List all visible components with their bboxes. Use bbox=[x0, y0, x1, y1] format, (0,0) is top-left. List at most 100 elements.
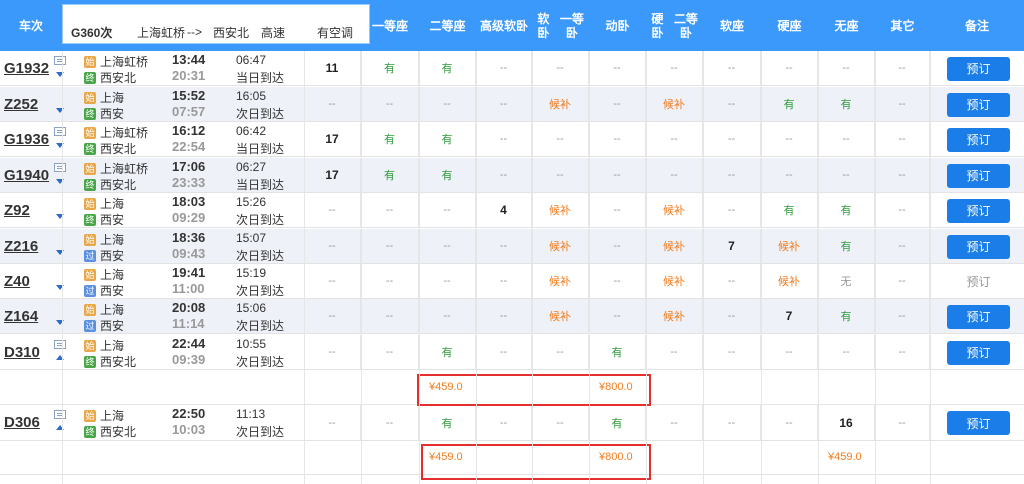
seat-cell[interactable]: 17 bbox=[304, 122, 361, 156]
seat-cell[interactable]: 有 bbox=[361, 51, 419, 85]
seat-cell[interactable]: 7 bbox=[703, 229, 761, 263]
station-name[interactable]: 上海 bbox=[100, 195, 124, 212]
seat-cell[interactable]: 有 bbox=[818, 299, 875, 333]
book-button[interactable]: 预订 bbox=[947, 56, 1010, 81]
departure-station: 始上海虹桥 bbox=[84, 124, 148, 141]
seat-cell[interactable]: 候补 bbox=[532, 264, 589, 298]
seat-cell[interactable]: 候补 bbox=[532, 87, 589, 121]
column-divider bbox=[476, 51, 477, 484]
start-station-badge: 始 bbox=[84, 409, 96, 422]
train-number-link[interactable]: Z164 bbox=[4, 308, 38, 325]
book-button[interactable]: 预订 bbox=[947, 163, 1010, 188]
train-number-link[interactable]: G1932 bbox=[4, 60, 49, 77]
station-name[interactable]: 西安北 bbox=[100, 176, 136, 193]
seat-cell[interactable]: 有 bbox=[419, 405, 476, 440]
station-name[interactable]: 上海 bbox=[100, 231, 124, 248]
stations-cell: 始上海虹桥终西安北 bbox=[84, 122, 172, 156]
id-card-icon[interactable] bbox=[54, 410, 66, 419]
seat-cell[interactable]: 11 bbox=[304, 51, 361, 85]
departure-station: 始上海 bbox=[84, 301, 124, 318]
seat-cell[interactable]: 有 bbox=[361, 122, 419, 156]
start-station-badge: 始 bbox=[84, 339, 96, 352]
seat-cell: -- bbox=[761, 51, 818, 85]
seat-cell[interactable]: 候补 bbox=[532, 193, 589, 227]
times-cell: 16:12 22:54 bbox=[172, 122, 236, 156]
seat-cell[interactable]: 7 bbox=[761, 299, 818, 333]
station-name[interactable]: 上海虹桥 bbox=[100, 53, 148, 70]
train-number-link[interactable]: Z252 bbox=[4, 96, 38, 113]
seat-cell[interactable]: 有 bbox=[419, 335, 476, 369]
seat-cell[interactable]: 有 bbox=[589, 335, 646, 369]
station-name[interactable]: 西安 bbox=[100, 282, 124, 299]
station-name[interactable]: 西安北 bbox=[100, 140, 136, 157]
station-name[interactable]: 西安北 bbox=[100, 423, 136, 440]
station-name[interactable]: 西安北 bbox=[100, 353, 136, 370]
seat-cell[interactable]: 候补 bbox=[646, 299, 703, 333]
seat-cell[interactable]: 有 bbox=[818, 87, 875, 121]
seat-cell[interactable]: 候补 bbox=[761, 229, 818, 263]
seat-cell: -- bbox=[589, 87, 646, 121]
seat-cell[interactable]: 有 bbox=[361, 158, 419, 192]
station-name[interactable]: 上海虹桥 bbox=[100, 160, 148, 177]
seat-cell[interactable]: 有 bbox=[761, 87, 818, 121]
book-button[interactable]: 预订 bbox=[947, 304, 1010, 329]
book-button[interactable]: 预订 bbox=[947, 198, 1010, 223]
id-card-icon[interactable] bbox=[54, 163, 66, 172]
seat-cell[interactable]: 有 bbox=[818, 229, 875, 263]
seat-cell: -- bbox=[703, 158, 761, 192]
column-divider bbox=[304, 51, 305, 484]
arrival-time: 11:00 bbox=[172, 281, 205, 296]
book-button[interactable]: 预订 bbox=[947, 127, 1010, 152]
arrival-station: 过西安 bbox=[84, 317, 124, 334]
seat-cell[interactable]: 候补 bbox=[646, 229, 703, 263]
seat-cell[interactable]: 4 bbox=[476, 193, 532, 227]
station-name[interactable]: 上海虹桥 bbox=[100, 124, 148, 141]
seat-cell[interactable]: 有 bbox=[419, 51, 476, 85]
seat-cell[interactable]: 有 bbox=[761, 193, 818, 227]
seat-cell[interactable]: 有 bbox=[419, 158, 476, 192]
train-number-link[interactable]: D310 bbox=[4, 344, 40, 361]
train-number-cell: Z164 bbox=[0, 299, 64, 333]
station-name[interactable]: 西安 bbox=[100, 317, 124, 334]
arrival-station: 终西安北 bbox=[84, 140, 136, 157]
station-name[interactable]: 上海 bbox=[100, 266, 124, 283]
station-name[interactable]: 上海 bbox=[100, 89, 124, 106]
book-button[interactable]: 预订 bbox=[947, 411, 1010, 435]
id-card-icon[interactable] bbox=[54, 340, 66, 349]
id-card-icon[interactable] bbox=[54, 127, 66, 136]
seat-cell[interactable]: 候补 bbox=[646, 193, 703, 227]
book-button[interactable]: 预订 bbox=[947, 340, 1010, 365]
train-number-link[interactable]: D306 bbox=[4, 414, 40, 431]
seat-cell[interactable]: 有 bbox=[589, 405, 646, 440]
seat-cell[interactable]: 候补 bbox=[532, 229, 589, 263]
id-card-icon[interactable] bbox=[54, 56, 66, 65]
train-number-link[interactable]: Z40 bbox=[4, 273, 30, 290]
train-number-link[interactable]: G1940 bbox=[4, 167, 49, 184]
book-button[interactable]: 预订 bbox=[947, 234, 1010, 259]
station-name[interactable]: 上海 bbox=[100, 337, 124, 354]
station-name[interactable]: 西安北 bbox=[100, 69, 136, 86]
seat-cell[interactable]: 有 bbox=[818, 193, 875, 227]
seat-cell: -- bbox=[304, 264, 361, 298]
train-number-link[interactable]: G1936 bbox=[4, 131, 49, 148]
book-button[interactable]: 预订 bbox=[947, 92, 1010, 117]
station-name[interactable]: 上海 bbox=[100, 407, 124, 424]
train-number-link[interactable]: Z216 bbox=[4, 238, 38, 255]
seat-cell[interactable]: 有 bbox=[419, 122, 476, 156]
station-name[interactable]: 西安 bbox=[100, 211, 124, 228]
seat-cell[interactable]: 候补 bbox=[646, 264, 703, 298]
seat-cell[interactable]: 16 bbox=[818, 405, 875, 440]
seat-cell[interactable]: 17 bbox=[304, 158, 361, 192]
seat-cell: -- bbox=[419, 264, 476, 298]
seat-cell[interactable]: 候补 bbox=[761, 264, 818, 298]
station-name[interactable]: 西安 bbox=[100, 105, 124, 122]
seat-cell[interactable]: 候补 bbox=[532, 299, 589, 333]
column-divider bbox=[646, 51, 647, 484]
station-name[interactable]: 上海 bbox=[100, 301, 124, 318]
seat-cell: -- bbox=[646, 335, 703, 369]
col-header-2: 高级 软卧 bbox=[479, 18, 529, 33]
seat-cell[interactable]: 候补 bbox=[646, 87, 703, 121]
station-name[interactable]: 西安 bbox=[100, 247, 124, 264]
table-row: G1940 始上海虹桥终西安北 17:06 23:33 06:27 当日到达 17 有有 -- -… bbox=[0, 158, 1024, 193]
train-number-link[interactable]: Z92 bbox=[4, 202, 30, 219]
